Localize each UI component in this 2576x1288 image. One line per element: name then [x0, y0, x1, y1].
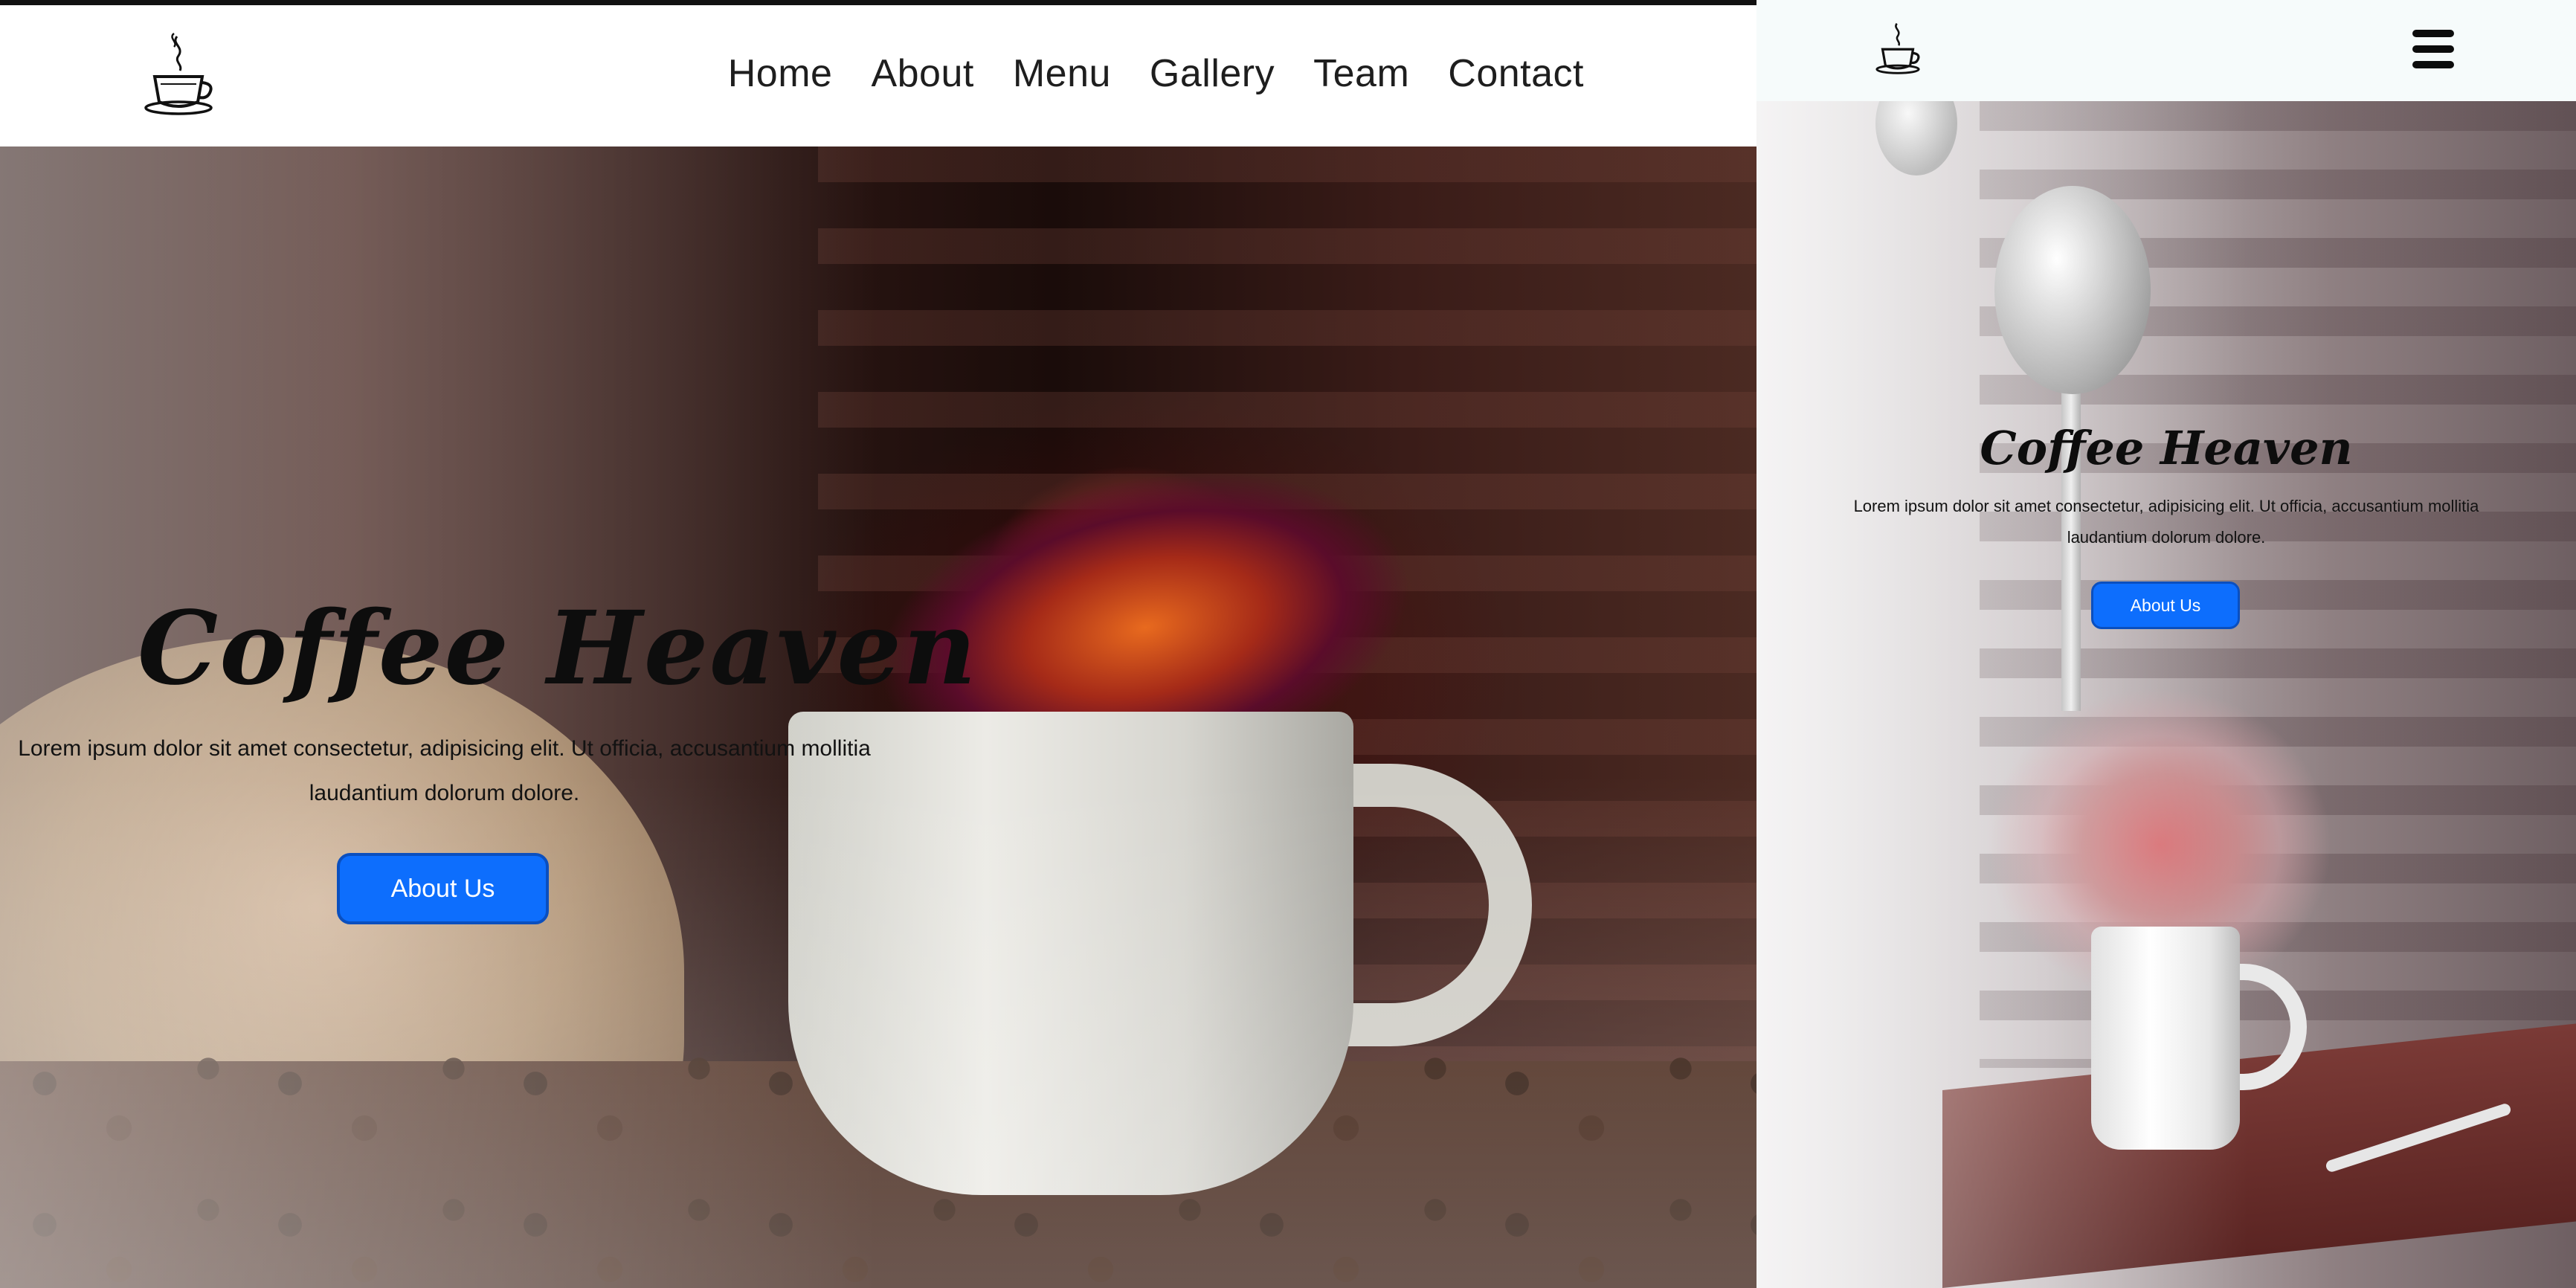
- hero-description: Lorem ipsum dolor sit amet consectetur, …: [18, 736, 871, 805]
- coffee-cup-icon[interactable]: [1874, 18, 1922, 79]
- hero-description: Lorem ipsum dolor sit amet consectetur, …: [1853, 497, 2479, 547]
- hero-title: Coffee Heaven: [1980, 421, 2353, 475]
- mobile-navbar: [1756, 0, 2576, 101]
- about-us-button[interactable]: About Us: [337, 853, 549, 924]
- nav-menu[interactable]: Menu: [1013, 51, 1111, 96]
- coffee-cup-icon[interactable]: [141, 30, 216, 120]
- hamburger-bar: [2412, 61, 2454, 68]
- desktop-navbar: Home About Menu Gallery Team Contact: [0, 5, 1756, 146]
- mobile-hero: Coffee Heaven Lorem ipsum dolor sit amet…: [1756, 101, 2576, 1288]
- hero-overlay: [1756, 101, 2576, 1288]
- hamburger-bar: [2412, 30, 2454, 37]
- nav-gallery[interactable]: Gallery: [1150, 51, 1275, 96]
- hero-overlay: [0, 146, 1756, 1288]
- desktop-nav: Home About Menu Gallery Team Contact: [728, 51, 1584, 96]
- nav-home[interactable]: Home: [728, 51, 833, 96]
- about-us-button[interactable]: About Us: [2091, 582, 2240, 629]
- top-border: [0, 0, 1756, 5]
- desktop-view: Home About Menu Gallery Team Contact Cof…: [0, 0, 1756, 1288]
- mobile-view: Coffee Heaven Lorem ipsum dolor sit amet…: [1756, 0, 2576, 1288]
- hamburger-bar: [2412, 45, 2454, 53]
- desktop-hero: Coffee Heaven Lorem ipsum dolor sit amet…: [0, 146, 1756, 1288]
- hamburger-menu-icon[interactable]: [2412, 30, 2454, 68]
- nav-about[interactable]: About: [871, 51, 973, 96]
- hero-title: Coffee Heaven: [138, 589, 978, 708]
- nav-team[interactable]: Team: [1313, 51, 1409, 96]
- nav-contact[interactable]: Contact: [1448, 51, 1584, 96]
- page: Home About Menu Gallery Team Contact Cof…: [0, 0, 2576, 1288]
